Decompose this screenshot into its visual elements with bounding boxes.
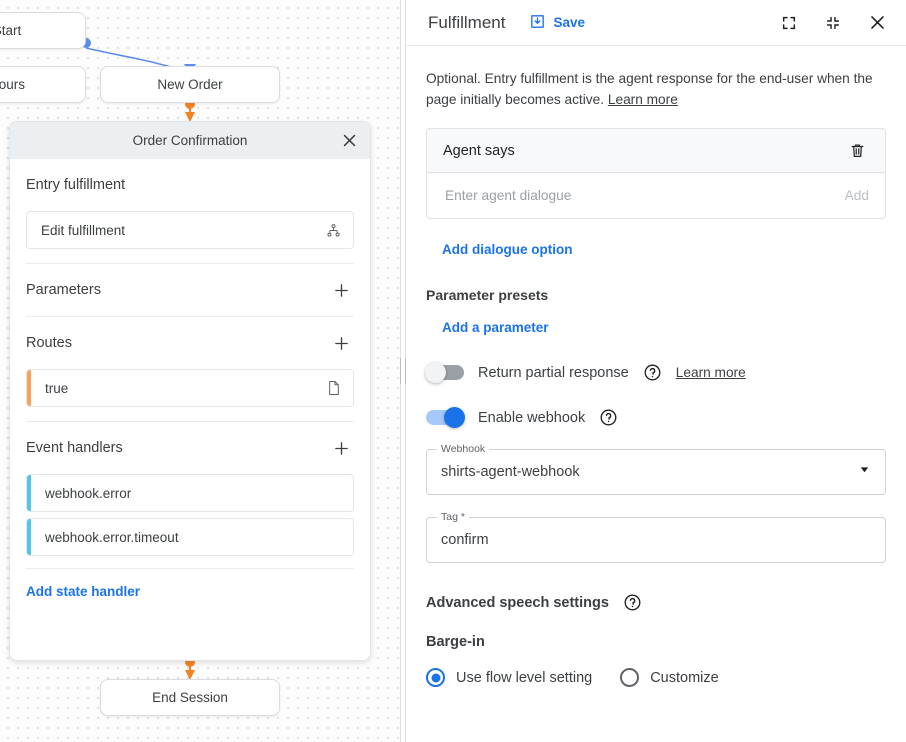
required-marker: * (461, 511, 465, 523)
panel-title: Fulfillment (428, 13, 505, 33)
toggle-knob (444, 407, 465, 428)
tag-field-label-text: Tag (441, 511, 458, 523)
barge-in-option-use-flow-level-setting[interactable]: Use flow level setting (426, 668, 592, 687)
flow-node-end-session[interactable]: End Session (100, 679, 280, 716)
return-partial-response-learn-more[interactable]: Learn more (676, 365, 746, 380)
panel-description: Optional. Entry fulfillment is the agent… (426, 68, 886, 110)
flow-node-new-order[interactable]: New Order (100, 66, 280, 103)
panel-body: Optional. Entry fulfillment is the agent… (406, 46, 906, 742)
section-header: Entry fulfillment (26, 159, 354, 211)
help-icon[interactable] (643, 363, 662, 382)
page-card-body: Entry fulfillment Edit fulfillment (10, 159, 370, 660)
radio-icon (620, 668, 639, 687)
save-button[interactable]: Save (529, 13, 585, 33)
enable-webhook-row: Enable webhook (426, 408, 886, 427)
fulfillment-panel: Fulfillment Save (406, 0, 906, 742)
flow-node-label: End Session (152, 690, 228, 705)
app-root: Start Hours New Order End Session Order … (0, 0, 906, 742)
return-partial-response-toggle[interactable] (426, 365, 464, 380)
section-title: Parameters (26, 282, 101, 298)
add-state-handler-wrap: Add state handler (10, 569, 370, 601)
flow-canvas[interactable]: Start Hours New Order End Session Order … (0, 0, 400, 742)
flow-node-label: Hours (0, 77, 25, 92)
tag-field-value: confirm (441, 532, 489, 548)
flow-node-hours[interactable]: Hours (0, 66, 86, 103)
hierarchy-icon (313, 223, 353, 238)
document-icon[interactable] (315, 380, 353, 396)
radio-label: Use flow level setting (456, 670, 592, 686)
section-title: Event handlers (26, 440, 123, 456)
flow-node-label: New Order (157, 77, 222, 92)
parameter-presets-label: Parameter presets (426, 287, 886, 303)
expand-icon[interactable] (776, 10, 802, 36)
section-title: Routes (26, 335, 72, 351)
edit-fulfillment-row[interactable]: Edit fulfillment (26, 211, 354, 249)
page-detail-card: Order Confirmation Entry fulfillment Edi… (9, 121, 371, 661)
agent-says-input-row: Add (427, 173, 885, 218)
toggle-knob (425, 362, 446, 383)
tag-field-label: Tag * (437, 511, 469, 524)
webhook-field-value: shirts-agent-webhook (441, 464, 580, 480)
add-dialogue-button[interactable]: Add (845, 188, 869, 203)
add-dialogue-option-link[interactable]: Add dialogue option (442, 242, 572, 257)
agent-says-card: Agent says Add (426, 128, 886, 219)
add-dialogue-option-wrap: Add dialogue option (442, 241, 886, 259)
section-event-handlers: Event handlers webhook.error webh (10, 422, 370, 556)
flow-node-label: Start (0, 23, 21, 38)
section-header: Event handlers (26, 422, 354, 474)
advanced-speech-settings-label: Advanced speech settings (426, 595, 609, 611)
add-a-parameter-link[interactable]: Add a parameter (442, 320, 549, 335)
tag-input-field[interactable]: Tag * confirm (426, 517, 886, 563)
agent-says-title: Agent says (443, 143, 515, 159)
event-handler-label: webhook.error (31, 486, 353, 501)
section-title: Entry fulfillment (26, 177, 125, 193)
barge-in-radio-group: Use flow level setting Customize (426, 668, 886, 687)
close-icon[interactable] (864, 10, 890, 36)
route-label: true (31, 381, 315, 396)
webhook-select[interactable]: Webhook shirts-agent-webhook (426, 449, 886, 495)
chevron-down-icon (858, 463, 871, 481)
page-card-header: Order Confirmation (10, 122, 370, 159)
add-route-button[interactable] (328, 330, 354, 356)
event-handler-row[interactable]: webhook.error (26, 474, 354, 512)
radio-icon (426, 668, 445, 687)
save-button-label: Save (553, 15, 585, 30)
section-entry-fulfillment: Entry fulfillment Edit fulfillment (10, 159, 370, 249)
add-a-parameter-wrap: Add a parameter (442, 319, 886, 337)
panel-header: Fulfillment Save (406, 0, 906, 46)
route-row[interactable]: true (26, 369, 354, 407)
help-icon[interactable] (599, 408, 618, 427)
close-icon[interactable] (336, 128, 362, 154)
enable-webhook-label: Enable webhook (478, 410, 585, 426)
advanced-speech-settings-row[interactable]: Advanced speech settings (426, 593, 886, 612)
return-partial-response-row: Return partial response Learn more (426, 363, 886, 382)
section-routes: Routes true (10, 317, 370, 407)
radio-label: Customize (650, 670, 719, 686)
collapse-icon[interactable] (820, 10, 846, 36)
page-card-title: Order Confirmation (133, 133, 248, 148)
enable-webhook-toggle[interactable] (426, 410, 464, 425)
agent-says-header: Agent says (427, 129, 885, 173)
event-handler-row[interactable]: webhook.error.timeout (26, 518, 354, 556)
barge-in-label: Barge-in (426, 634, 886, 650)
learn-more-link[interactable]: Learn more (608, 92, 678, 107)
panel-header-actions (776, 10, 890, 36)
help-icon[interactable] (623, 593, 642, 612)
return-partial-response-label: Return partial response (478, 365, 629, 381)
save-icon (529, 13, 546, 33)
section-header: Routes (26, 317, 354, 369)
agent-dialogue-input[interactable] (443, 187, 845, 204)
section-header: Parameters (26, 264, 354, 316)
webhook-field-label: Webhook (437, 443, 489, 456)
flow-node-start[interactable]: Start (0, 12, 86, 49)
edit-fulfillment-label: Edit fulfillment (27, 223, 313, 238)
add-event-handler-button[interactable] (328, 435, 354, 461)
event-handler-label: webhook.error.timeout (31, 530, 353, 545)
add-parameter-button[interactable] (328, 277, 354, 303)
trash-icon[interactable] (843, 137, 871, 165)
section-parameters: Parameters (10, 264, 370, 316)
add-state-handler-link[interactable]: Add state handler (26, 584, 140, 599)
barge-in-option-customize[interactable]: Customize (620, 668, 719, 687)
